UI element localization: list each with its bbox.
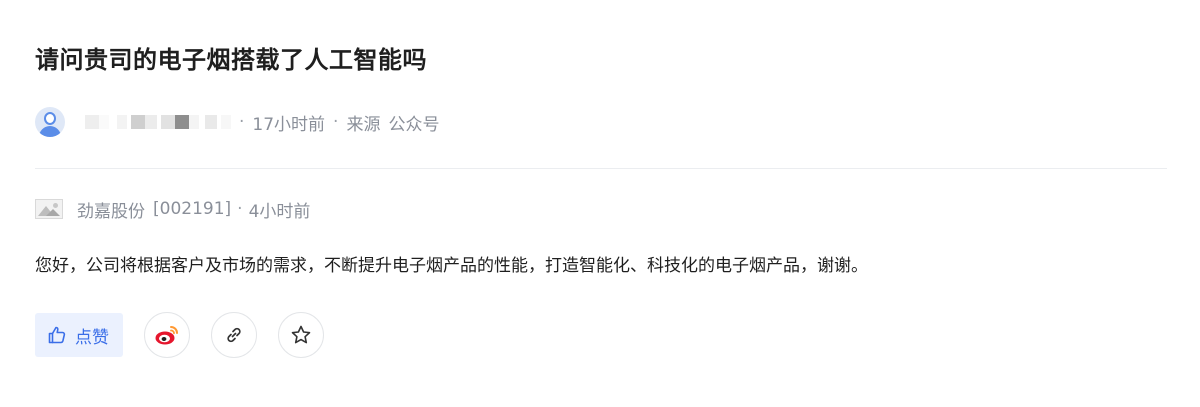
stock-code: [002191] xyxy=(153,199,232,219)
company-logo-icon xyxy=(35,199,63,219)
meta-separator: · xyxy=(239,112,245,132)
link-icon xyxy=(224,325,244,345)
weibo-icon xyxy=(154,324,180,346)
action-bar: 点赞 xyxy=(35,312,324,358)
meta-separator: · xyxy=(333,112,339,132)
like-button[interactable]: 点赞 xyxy=(35,313,123,357)
copy-link-button[interactable] xyxy=(211,312,257,358)
share-weibo-button[interactable] xyxy=(144,312,190,358)
answer-time: 4小时前 xyxy=(248,201,311,222)
star-icon xyxy=(290,324,312,346)
question-time: 17小时前 xyxy=(252,114,326,135)
like-label: 点赞 xyxy=(75,327,109,348)
user-avatar-icon[interactable] xyxy=(35,107,65,137)
thumbs-up-icon xyxy=(47,325,67,345)
meta-separator: · xyxy=(237,199,243,219)
answer-meta: 劲嘉股份 [002191] · 4小时前 xyxy=(35,195,310,223)
source-value: 公众号 xyxy=(388,114,440,135)
answer-text: 您好，公司将根据客户及市场的需求，不断提升电子烟产品的性能，打造智能化、科技化的… xyxy=(35,256,868,276)
question-title: 请问贵司的电子烟搭载了人工智能吗 xyxy=(35,46,427,74)
section-divider xyxy=(35,168,1167,169)
company-name[interactable]: 劲嘉股份 xyxy=(77,197,145,222)
favorite-button[interactable] xyxy=(278,312,324,358)
blurred-username xyxy=(79,107,231,137)
question-meta: · 17小时前 · 来源 公众号 xyxy=(35,105,439,139)
source-label: 来源 xyxy=(346,114,381,135)
